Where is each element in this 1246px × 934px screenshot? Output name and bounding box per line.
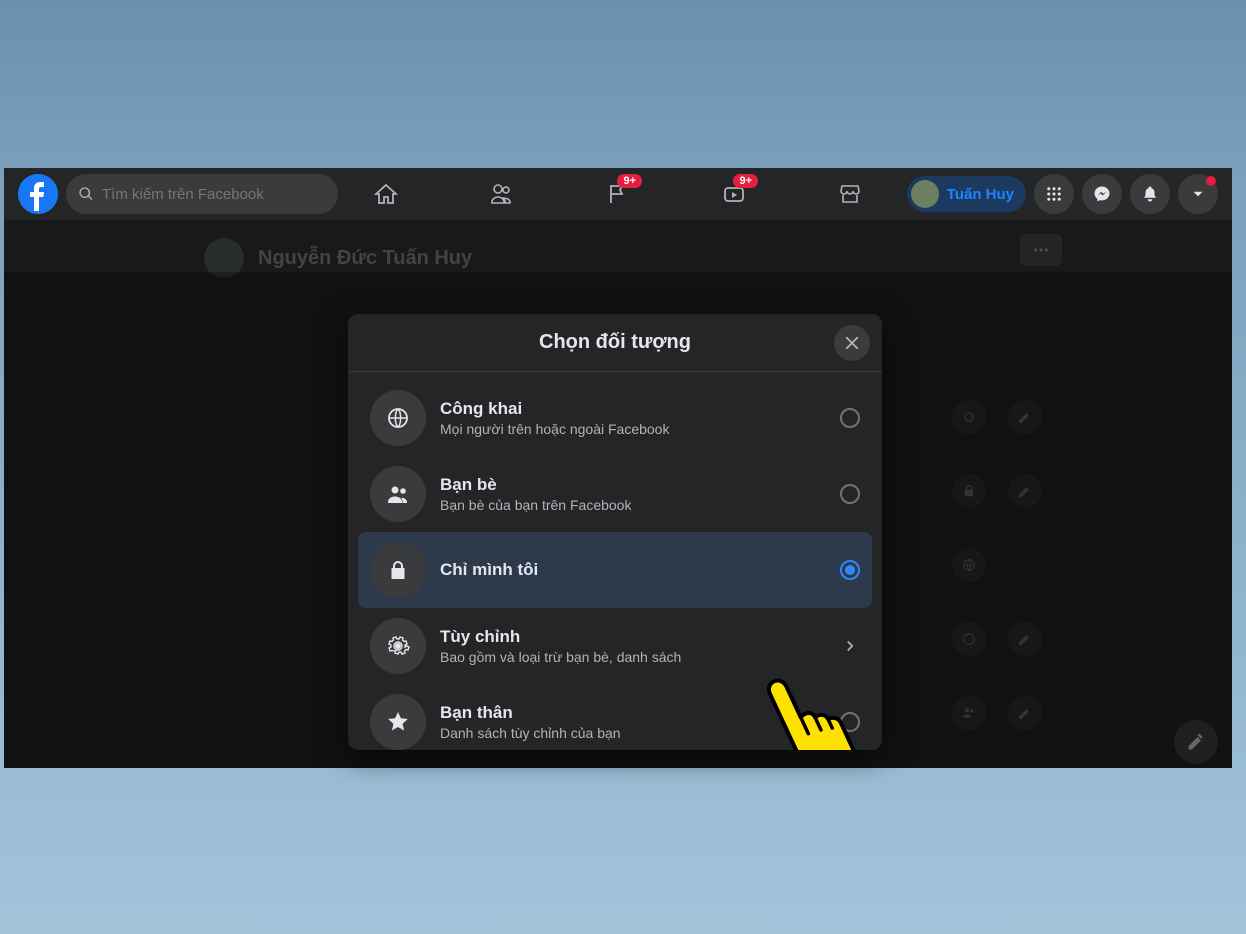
modal-header: Chọn đối tượng <box>348 314 882 372</box>
account-button[interactable] <box>1178 174 1218 214</box>
messenger-icon <box>1093 185 1111 203</box>
chevron-right-icon <box>840 637 860 655</box>
star-icon <box>370 694 426 750</box>
option-sub: Bao gồm và loại trừ bạn bè, danh sách <box>440 649 826 665</box>
friends-icon <box>490 182 514 206</box>
dots-icon <box>1032 241 1050 259</box>
radio-checked[interactable] <box>840 560 860 580</box>
option-sub: Bạn bè của bạn trên Facebook <box>440 497 826 513</box>
option-title: Bạn thân <box>440 703 826 723</box>
radio-unchecked[interactable] <box>840 408 860 428</box>
nav-friends[interactable] <box>448 170 556 218</box>
profile-name: Tuấn Huy <box>947 186 1014 203</box>
audience-option-public[interactable]: Công khai Mọi người trên hoặc ngoài Face… <box>358 380 872 456</box>
option-title: Công khai <box>440 399 826 419</box>
bell-icon <box>1141 185 1159 203</box>
topbar: 9+ 9+ Tuấn Huy <box>4 168 1232 220</box>
lock-icon <box>370 542 426 598</box>
right-cluster: Tuấn Huy <box>907 174 1218 214</box>
grid-icon <box>1045 185 1063 203</box>
search-icon <box>78 186 94 202</box>
logo-icon[interactable] <box>18 174 58 214</box>
center-nav: 9+ 9+ <box>332 168 904 220</box>
nav-watch[interactable]: 9+ <box>680 170 788 218</box>
nav-pages[interactable]: 9+ <box>564 170 672 218</box>
radio-unchecked[interactable] <box>840 712 860 732</box>
notification-dot <box>1206 176 1216 186</box>
option-title: Tùy chỉnh <box>440 627 826 647</box>
nav-marketplace[interactable] <box>796 170 904 218</box>
badge-watch: 9+ <box>733 174 758 188</box>
gear-icon <box>370 618 426 674</box>
avatar <box>911 180 939 208</box>
marketplace-icon <box>838 182 862 206</box>
close-button[interactable] <box>834 325 870 361</box>
menu-button[interactable] <box>1034 174 1074 214</box>
nav-home[interactable] <box>332 170 440 218</box>
radio-unchecked[interactable] <box>840 484 860 504</box>
more-button[interactable] <box>1020 234 1062 266</box>
modal-backdrop: Chọn đối tượng Công khai Mọi người trên … <box>4 272 1232 768</box>
notifications-button[interactable] <box>1130 174 1170 214</box>
search-box[interactable] <box>66 174 338 214</box>
page-body: Nguyễn Đức Tuấn Huy Quan điểm tôn giáo C… <box>4 220 1232 768</box>
friends-icon <box>370 466 426 522</box>
modal-title: Chọn đối tượng <box>539 331 691 354</box>
home-icon <box>374 182 398 206</box>
profile-chip[interactable]: Tuấn Huy <box>907 176 1026 212</box>
audience-modal: Chọn đối tượng Công khai Mọi người trên … <box>348 314 882 750</box>
option-title: Bạn bè <box>440 475 826 495</box>
option-sub: Mọi người trên hoặc ngoài Facebook <box>440 421 826 437</box>
messenger-button[interactable] <box>1082 174 1122 214</box>
page-title: Nguyễn Đức Tuấn Huy <box>258 247 472 270</box>
modal-body[interactable]: Công khai Mọi người trên hoặc ngoài Face… <box>348 372 882 750</box>
option-title: Chỉ mình tôi <box>440 560 826 580</box>
search-input[interactable] <box>102 186 326 203</box>
caret-down-icon <box>1189 185 1207 203</box>
option-sub: Danh sách tùy chỉnh của bạn <box>440 725 826 741</box>
audience-option-friends[interactable]: Bạn bè Bạn bè của bạn trên Facebook <box>358 456 872 532</box>
globe-icon <box>370 390 426 446</box>
audience-option-custom[interactable]: Tùy chỉnh Bao gồm và loại trừ bạn bè, da… <box>358 608 872 684</box>
app-frame: 9+ 9+ Tuấn Huy <box>4 168 1232 768</box>
close-icon <box>843 334 861 352</box>
badge-pages: 9+ <box>617 174 642 188</box>
audience-option-closefriends[interactable]: Bạn thân Danh sách tùy chỉnh của bạn <box>358 684 872 750</box>
audience-option-onlyme[interactable]: Chỉ mình tôi <box>358 532 872 608</box>
